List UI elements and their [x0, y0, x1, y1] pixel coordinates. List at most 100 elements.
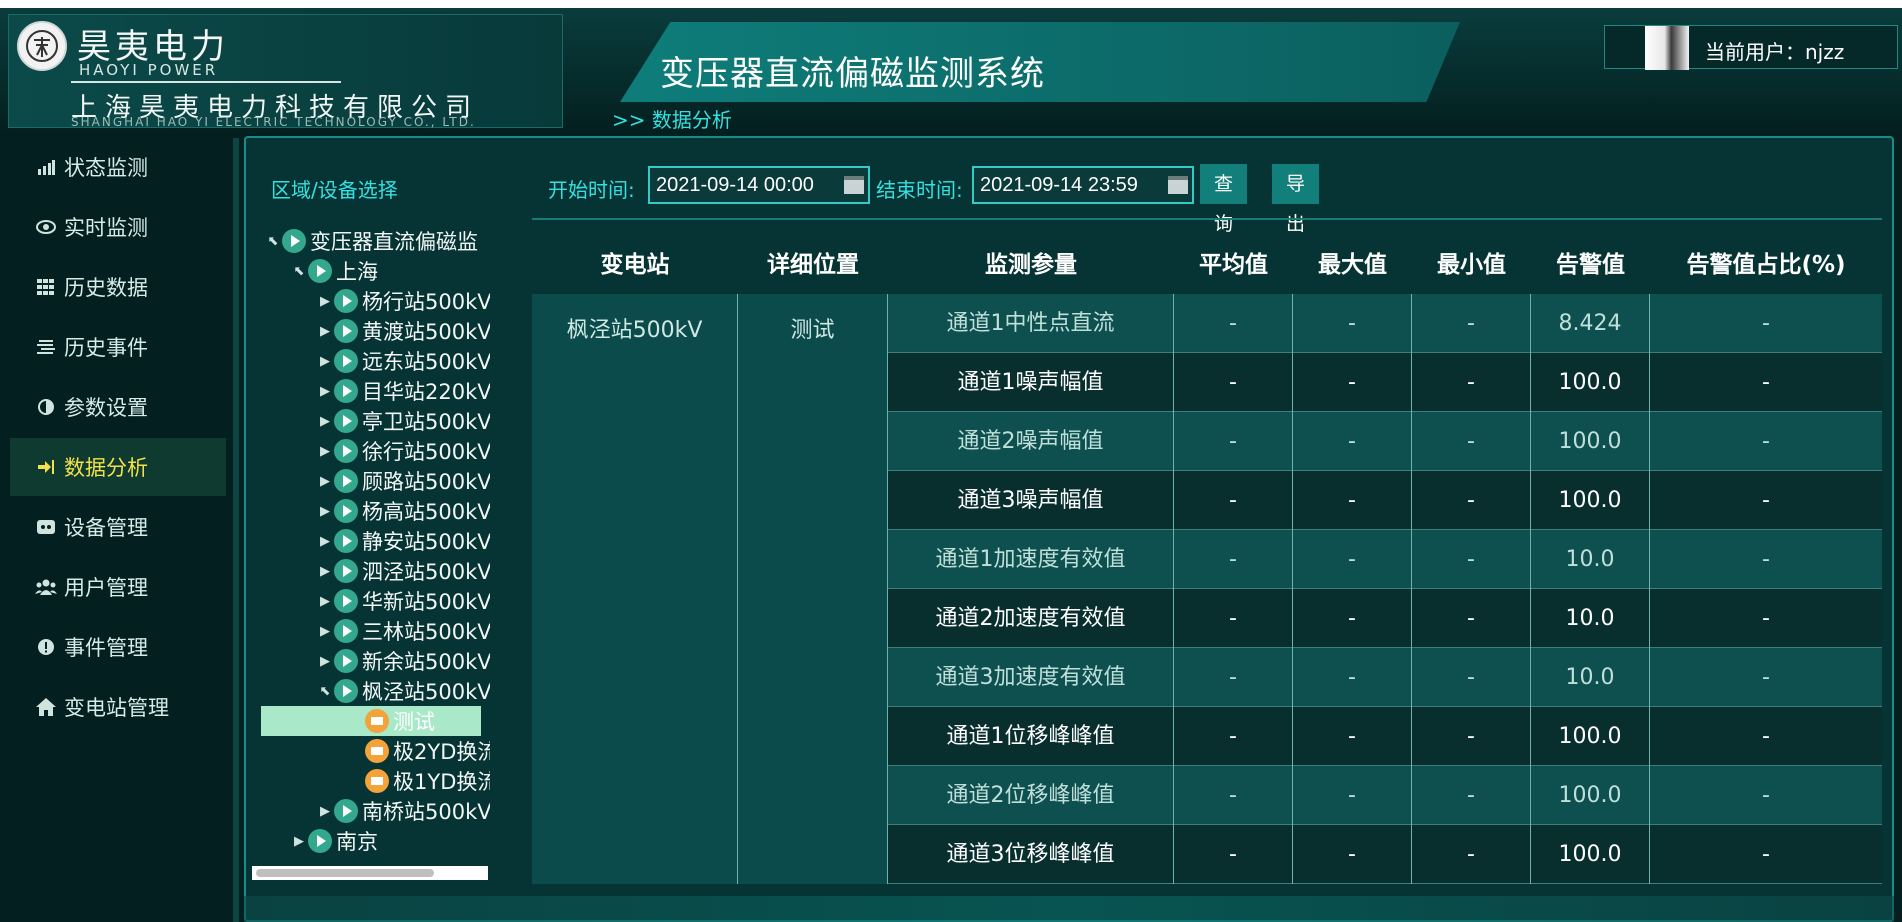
- tree-node-station[interactable]: ▶ 徐行站500kV: [316, 436, 490, 466]
- header-average[interactable]: 平均值: [1174, 236, 1293, 294]
- tree-node-station[interactable]: ▶ 杨高站500kV: [316, 496, 490, 526]
- query-button[interactable]: 查询: [1200, 164, 1248, 235]
- minimum-cell: -: [1412, 412, 1531, 471]
- tree-node-station[interactable]: ▶ 新余站500kV: [316, 646, 490, 676]
- tree-node-station[interactable]: ▶ 三林站500kV: [316, 616, 490, 646]
- tree-node-station[interactable]: ▶ 南桥站500kV: [316, 796, 490, 826]
- tree-node-device[interactable]: 极2YD换流: [365, 736, 490, 766]
- minimum-cell: -: [1412, 825, 1531, 884]
- tree-node-station[interactable]: ▶ 黄渡站500kV: [316, 316, 490, 346]
- sidebar-item-realtime-monitor[interactable]: 实时监测: [10, 198, 226, 256]
- expand-icon[interactable]: ▶: [316, 654, 334, 669]
- tree-node-label: 杨高站500kV: [362, 500, 490, 524]
- tree-node-station[interactable]: ▶ 静安站500kV: [316, 526, 490, 556]
- play-circle-icon: [334, 799, 358, 823]
- sidebar-item-event-management[interactable]: 事件管理: [10, 618, 226, 676]
- tree-node-station[interactable]: ▶ 目华站220kV: [316, 376, 490, 406]
- tree-node-fengjing[interactable]: ⬉ 枫泾站500kV: [316, 676, 490, 706]
- start-time-input[interactable]: 2021-09-14 00:00: [648, 166, 870, 204]
- expand-icon[interactable]: ▶: [316, 534, 334, 549]
- user-avatar[interactable]: [1645, 26, 1689, 70]
- tree-node-station[interactable]: ▶ 泗泾站500kV: [316, 556, 490, 586]
- table-row[interactable]: 通道1位移峰峰值 - - - 100.0 -: [888, 707, 1882, 766]
- expand-icon[interactable]: ▶: [316, 564, 334, 579]
- play-circle-icon: [334, 559, 358, 583]
- header-alarm-ratio[interactable]: 告警值占比(%): [1650, 236, 1882, 294]
- collapse-icon[interactable]: ⬉: [290, 264, 308, 279]
- table-row[interactable]: 通道2加速度有效值 - - - 10.0 -: [888, 589, 1882, 648]
- calendar-icon[interactable]: [844, 176, 864, 194]
- sidebar-item-label: 变电站管理: [64, 696, 169, 720]
- table-row[interactable]: 通道3噪声幅值 - - - 100.0 -: [888, 471, 1882, 530]
- end-time-input[interactable]: 2021-09-14 23:59: [972, 166, 1194, 204]
- average-cell: -: [1174, 294, 1293, 353]
- sidebar-divider: [233, 138, 239, 922]
- export-button[interactable]: 导出: [1272, 164, 1320, 235]
- sidebar-item-history-events[interactable]: 历史事件: [10, 318, 226, 376]
- tree-node-device[interactable]: 极1YD换流: [365, 766, 490, 796]
- expand-icon[interactable]: ▶: [316, 384, 334, 399]
- sidebar-item-device-management[interactable]: 设备管理: [10, 498, 226, 556]
- table-row[interactable]: 通道1中性点直流 - - - 8.424 -: [888, 294, 1882, 353]
- table-row[interactable]: 通道1噪声幅值 - - - 100.0 -: [888, 353, 1882, 412]
- expand-icon[interactable]: ▶: [290, 834, 308, 849]
- expand-icon[interactable]: ▶: [316, 444, 334, 459]
- calendar-icon[interactable]: [1168, 176, 1188, 194]
- current-user-label: 当前用户：njzz: [1705, 40, 1845, 64]
- header-maximum[interactable]: 最大值: [1293, 236, 1412, 294]
- sidebar-item-data-analysis[interactable]: 数据分析: [10, 438, 226, 496]
- expand-icon[interactable]: ▶: [316, 474, 334, 489]
- table-row[interactable]: 通道2噪声幅值 - - - 100.0 -: [888, 412, 1882, 471]
- sidebar-item-substation-management[interactable]: 变电站管理: [10, 678, 226, 736]
- sidebar-item-label: 设备管理: [64, 516, 148, 540]
- expand-icon[interactable]: ▶: [316, 504, 334, 519]
- tree-node-station[interactable]: ▶ 顾路站500kV: [316, 466, 490, 496]
- sidebar-item-user-management[interactable]: 用户管理: [10, 558, 226, 616]
- tree-node-nanjing[interactable]: ▶ 南京: [290, 826, 378, 856]
- table-row[interactable]: 通道3加速度有效值 - - - 10.0 -: [888, 648, 1882, 707]
- table-row[interactable]: 通道1加速度有效值 - - - 10.0 -: [888, 530, 1882, 589]
- sidebar-item-parameter-settings[interactable]: 参数设置: [10, 378, 226, 436]
- maximum-cell: -: [1293, 294, 1412, 353]
- expand-icon[interactable]: ▶: [316, 804, 334, 819]
- filter-divider: [532, 218, 1882, 220]
- current-user-panel[interactable]: 当前用户：njzz: [1604, 25, 1898, 70]
- sidebar-item-label: 实时监测: [64, 216, 148, 240]
- tree-node-label: 上海: [336, 260, 378, 284]
- tree-node-label: 静安站500kV: [362, 530, 490, 554]
- table-row[interactable]: 通道3位移峰峰值 - - - 100.0 -: [888, 825, 1882, 884]
- expand-icon[interactable]: ▶: [316, 414, 334, 429]
- expand-icon[interactable]: ▶: [316, 594, 334, 609]
- tree-node-shanghai[interactable]: ⬉ 上海: [290, 256, 378, 286]
- header-alarm-value[interactable]: 告警值: [1531, 236, 1650, 294]
- sidebar-item-history-data[interactable]: 历史数据: [10, 258, 226, 316]
- collapse-icon[interactable]: ⬉: [316, 684, 334, 699]
- expand-icon[interactable]: ▶: [316, 294, 334, 309]
- tree-node-root[interactable]: ⬉ 变压器直流偏磁监: [264, 226, 478, 256]
- header-location[interactable]: 详细位置: [738, 236, 888, 294]
- tree-node-station[interactable]: ▶ 杨行站500kV: [316, 286, 490, 316]
- ratio-cell: -: [1762, 370, 1770, 395]
- tree-node-test-selected[interactable]: 测试: [261, 706, 481, 736]
- header-minimum[interactable]: 最小值: [1412, 236, 1531, 294]
- parameter-cell: 通道1位移峰峰值: [888, 707, 1174, 766]
- top-border: [0, 0, 1902, 8]
- header-substation[interactable]: 变电站: [532, 236, 738, 294]
- maximum-cell: -: [1293, 589, 1412, 648]
- table-body: 枫泾站500kV 测试 通道1中性点直流 - - - 8.424 - 通道1噪声…: [532, 294, 1882, 884]
- header-parameter[interactable]: 监测参量: [888, 236, 1174, 294]
- tree-horizontal-scrollbar[interactable]: [252, 866, 488, 880]
- collapse-icon[interactable]: ⬉: [264, 234, 282, 249]
- scrollbar-thumb[interactable]: [256, 869, 434, 877]
- tree-node-station[interactable]: ▶ 远东站500kV: [316, 346, 490, 376]
- expand-icon[interactable]: ▶: [316, 624, 334, 639]
- expand-icon[interactable]: ▶: [316, 324, 334, 339]
- tree-node-label: 远东站500kV: [362, 350, 490, 374]
- expand-icon[interactable]: ▶: [316, 354, 334, 369]
- tree-node-station[interactable]: ▶ 亭卫站500kV: [316, 406, 490, 436]
- app-header: 昊夷电力 HAOYI POWER 上海昊夷电力科技有限公司 SHANGHAI H…: [0, 8, 1902, 132]
- tree-node-label: 变压器直流偏磁监: [310, 230, 478, 254]
- tree-node-station[interactable]: ▶ 华新站500kV: [316, 586, 490, 616]
- sidebar-item-status-monitor[interactable]: 状态监测: [10, 138, 226, 196]
- table-row[interactable]: 通道2位移峰峰值 - - - 100.0 -: [888, 766, 1882, 825]
